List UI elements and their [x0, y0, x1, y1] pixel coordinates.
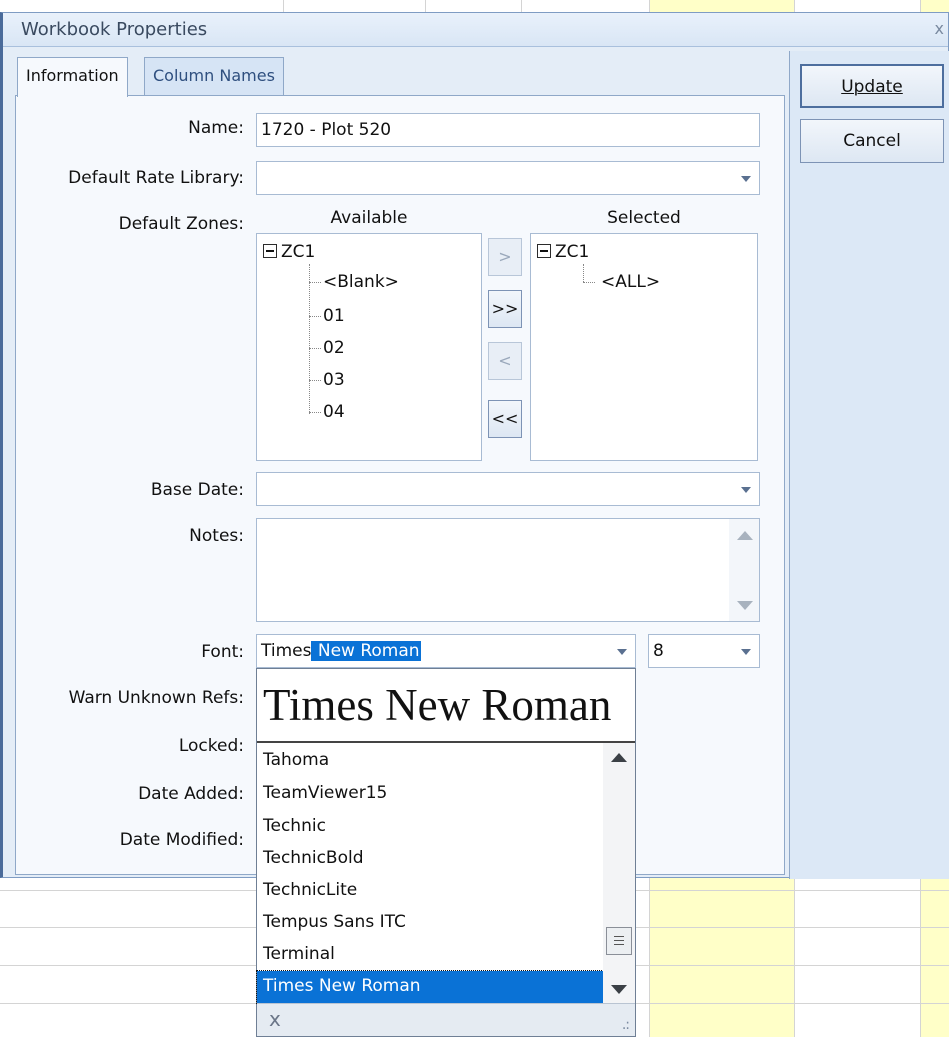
- font-option-selected[interactable]: Times New Roman: [256, 970, 604, 1004]
- font-size-value: 8: [653, 641, 664, 661]
- tree-node-item[interactable]: 02: [323, 338, 345, 358]
- tree-node-label: ZC1: [555, 242, 590, 262]
- font-select[interactable]: Times New Roman: [256, 634, 636, 668]
- clear-icon[interactable]: x: [269, 1007, 281, 1031]
- font-value-text: Times: [261, 641, 312, 661]
- font-option[interactable]: TechnicBold: [257, 843, 603, 875]
- font-option[interactable]: TeamViewer15: [257, 778, 603, 810]
- tree-node-label: ZC1: [281, 242, 316, 262]
- warn-unknown-refs-label: Warn Unknown Refs:: [68, 688, 244, 708]
- tree-node-root[interactable]: ZC1: [263, 242, 315, 262]
- name-label: Name:: [188, 118, 244, 138]
- font-list-scrollbar[interactable]: [603, 743, 635, 1005]
- tree-node-root[interactable]: ZC1: [537, 242, 589, 262]
- date-modified-label: Date Modified:: [119, 830, 244, 850]
- chevron-down-icon: [741, 649, 751, 655]
- date-added-label: Date Added:: [138, 784, 244, 804]
- button-sidebar: Update Cancel: [789, 51, 949, 879]
- tab-column-names[interactable]: Column Names: [144, 57, 284, 95]
- font-option[interactable]: Technic: [257, 811, 603, 843]
- scroll-thumb[interactable]: [606, 927, 632, 955]
- chevron-down-icon: [617, 649, 627, 655]
- base-date-picker[interactable]: [256, 472, 760, 506]
- title-bar: Workbook Properties x: [3, 13, 948, 47]
- remove-zone-button[interactable]: <: [488, 342, 522, 380]
- cancel-label: Cancel: [843, 131, 901, 151]
- font-option[interactable]: Tempus Sans ITC: [257, 907, 603, 939]
- add-zone-button[interactable]: >: [488, 238, 522, 276]
- notes-textarea[interactable]: [256, 518, 760, 622]
- base-date-label: Base Date:: [150, 480, 244, 500]
- font-option[interactable]: Tahoma: [257, 745, 603, 777]
- tab-information[interactable]: Information: [17, 57, 128, 97]
- collapse-icon[interactable]: [537, 244, 551, 258]
- rate-library-label: Default Rate Library:: [68, 168, 244, 188]
- scroll-up-icon[interactable]: [737, 531, 753, 540]
- resize-grip-icon[interactable]: .:: [622, 1017, 630, 1033]
- collapse-icon[interactable]: [263, 244, 277, 258]
- font-value-selection: New Roman: [311, 641, 421, 661]
- font-size-select[interactable]: 8: [648, 634, 760, 668]
- notes-scrollbar[interactable]: [729, 519, 759, 621]
- tree-node-item[interactable]: <Blank>: [323, 272, 399, 292]
- add-all-zones-button[interactable]: >>: [488, 290, 522, 328]
- tree-node-item[interactable]: <ALL>: [601, 272, 660, 292]
- scroll-up-icon[interactable]: [611, 753, 627, 762]
- cancel-button[interactable]: Cancel: [800, 119, 944, 163]
- update-button[interactable]: Update: [800, 64, 944, 108]
- selected-zones-tree[interactable]: ZC1 <ALL>: [530, 233, 758, 461]
- font-label: Font:: [201, 642, 244, 662]
- font-dropdown-list[interactable]: Times New Roman Tahoma TeamViewer15 Tech…: [256, 668, 636, 1037]
- remove-all-zones-button[interactable]: <<: [488, 400, 522, 438]
- font-option[interactable]: TechnicLite: [257, 875, 603, 907]
- scroll-down-icon[interactable]: [737, 601, 753, 610]
- notes-label: Notes:: [189, 526, 244, 546]
- chevron-down-icon: [741, 176, 751, 182]
- locked-label: Locked:: [178, 736, 244, 756]
- scroll-down-icon[interactable]: [611, 985, 627, 994]
- dropdown-footer: x .:: [257, 1003, 635, 1036]
- update-label: Update: [841, 77, 903, 97]
- selected-heading: Selected: [607, 208, 681, 228]
- name-input[interactable]: 1720 - Plot 520: [256, 113, 760, 147]
- tree-node-item[interactable]: 03: [323, 370, 345, 390]
- available-heading: Available: [330, 208, 408, 228]
- chevron-down-icon: [741, 487, 751, 493]
- dialog-title: Workbook Properties: [21, 19, 208, 40]
- close-icon[interactable]: x: [935, 19, 944, 38]
- tree-node-item[interactable]: 04: [323, 402, 345, 422]
- available-zones-tree[interactable]: ZC1 <Blank> 01 02 03 04: [256, 233, 482, 461]
- zones-label: Default Zones:: [118, 214, 244, 234]
- tree-node-item[interactable]: 01: [323, 306, 345, 326]
- font-option[interactable]: Terminal: [257, 939, 603, 971]
- font-preview: Times New Roman: [257, 669, 635, 743]
- rate-library-select[interactable]: [256, 161, 760, 195]
